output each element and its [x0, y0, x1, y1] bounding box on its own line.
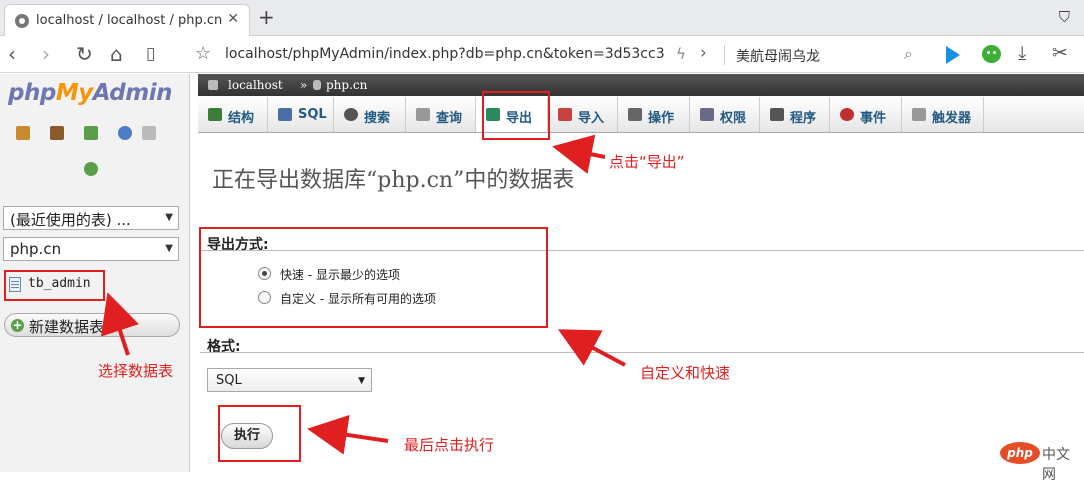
php-logo: php — [1000, 442, 1040, 464]
annotation-custom-quick: 自定义和快速 — [640, 364, 731, 382]
annotation-select-table: 选择数据表 — [98, 362, 174, 380]
annotation-finally-click: 最后点击执行 — [404, 436, 495, 454]
watermark-text: 中文网 — [1042, 447, 1070, 483]
annotation-arrows — [100, 134, 626, 455]
php-cn-watermark: php 中文网 — [1000, 440, 1080, 483]
annotation-click-export: 点击“导出” — [609, 153, 685, 171]
